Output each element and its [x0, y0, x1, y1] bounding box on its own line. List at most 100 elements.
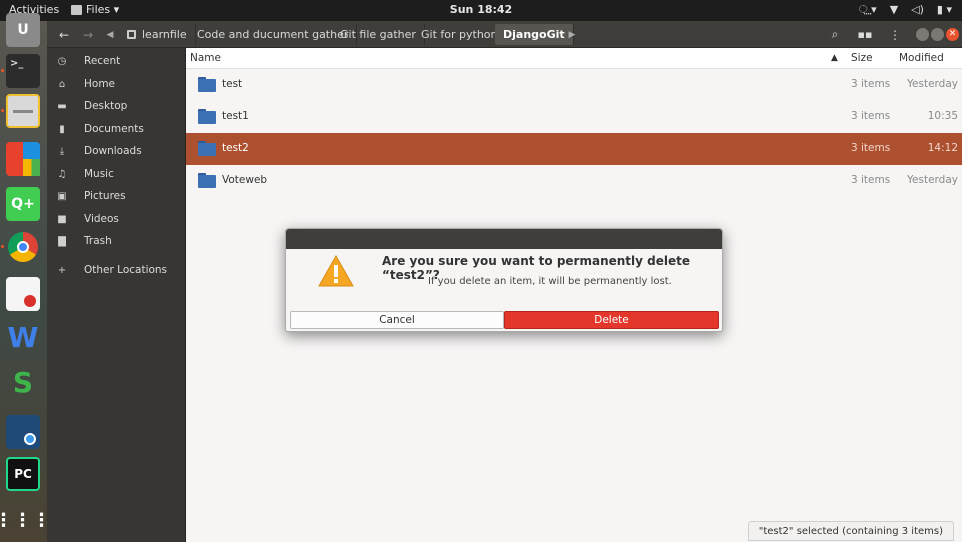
file-size: 3 items	[851, 142, 891, 154]
dialog-message: If you delete an item, it will be perman…	[428, 276, 672, 287]
clock[interactable]: Sun 18:42	[0, 3, 962, 16]
chrome-running-indicator	[1, 245, 4, 248]
documents-icon: ▮	[59, 123, 65, 135]
folder-body-icon	[198, 175, 216, 188]
file-name: test2	[222, 142, 249, 154]
download-icon: ⤓	[59, 145, 65, 157]
breadcrumb-scroll-right[interactable]: ▶	[565, 25, 579, 44]
battery-icon[interactable]: ▮ ▾	[937, 3, 952, 17]
app-menu[interactable]: Files ▾	[71, 3, 119, 16]
folder-body-icon	[198, 111, 216, 124]
sort-ascending-icon[interactable]: ▲	[831, 53, 838, 63]
qt-creator-icon[interactable]: Q+	[6, 187, 40, 221]
system-tray[interactable]: ⵿ ▾ ▼ ◁) ▮ ▾	[859, 3, 952, 17]
sidebar-item-other-locations[interactable]: + Other Locations	[47, 259, 186, 281]
wps-spreadsheet-icon[interactable]: S	[6, 365, 40, 399]
breadcrumb-djangogit[interactable]: DjangoGit	[495, 24, 574, 45]
file-row[interactable]: Voteweb 3 items Yesterday	[186, 165, 962, 197]
folder-icon	[198, 141, 216, 156]
clock-icon: ◷	[57, 55, 67, 67]
column-name[interactable]: Name	[190, 52, 221, 64]
sidebar-item-label: Music	[84, 168, 114, 180]
wifi-icon[interactable]: ▼	[890, 3, 898, 17]
file-modified: Yesterday	[907, 78, 958, 90]
sidebar-item-trash[interactable]: ▇ Trash	[47, 230, 186, 252]
sidebar-item-label: Other Locations	[84, 264, 168, 276]
sidebar-item-label: Desktop	[84, 100, 128, 112]
breadcrumb-learnfile[interactable]: learnfile	[119, 24, 196, 45]
file-size: 3 items	[851, 110, 891, 122]
sidebar-item-music[interactable]: ♫ Music	[47, 163, 186, 185]
home-icon: ⌂	[58, 78, 66, 90]
music-icon: ♫	[57, 168, 67, 180]
files-running-indicator	[1, 109, 4, 112]
dialog-titlebar[interactable]	[286, 229, 722, 249]
sidebar-item-label: Home	[84, 78, 116, 90]
sidebar-item-label: Pictures	[84, 190, 126, 202]
status-bar: "test2" selected (containing 3 items)	[747, 521, 954, 541]
folder-icon	[198, 77, 216, 92]
file-modified: Yesterday	[907, 174, 958, 186]
screenshot-icon[interactable]	[6, 415, 40, 449]
sidebar-item-videos[interactable]: ■ Videos	[47, 208, 186, 230]
sidebar-item-downloads[interactable]: ⤓ Downloads	[47, 140, 186, 162]
usb-drive-icon[interactable]: U	[6, 13, 40, 47]
folder-icon	[198, 109, 216, 124]
chrome-center-icon	[17, 241, 29, 253]
files-icon[interactable]	[6, 94, 40, 128]
sidebar-item-home[interactable]: ⌂ Home	[47, 73, 186, 95]
file-row[interactable]: test1 3 items 10:35	[186, 101, 962, 133]
sidebar-item-desktop[interactable]: ▬ Desktop	[47, 95, 186, 117]
delete-button[interactable]: Delete	[504, 311, 719, 329]
breadcrumb-git-for-python[interactable]: Git for python	[413, 24, 507, 45]
file-name: Voteweb	[222, 174, 268, 186]
desktop-icon: ▬	[57, 100, 67, 112]
sidebar-item-documents[interactable]: ▮ Documents	[47, 118, 186, 140]
plus-icon: +	[57, 264, 67, 276]
wps-writer-icon[interactable]: W	[6, 320, 40, 354]
file-modified: 14:12	[927, 142, 958, 154]
breadcrumb-scroll-left[interactable]: ◀	[103, 25, 117, 44]
column-header: Name ▲ Size Modified	[186, 48, 962, 69]
pictures-icon: ▣	[57, 190, 67, 202]
files-drawer-icon	[13, 109, 33, 113]
camera-badge-icon	[24, 433, 36, 445]
forward-button[interactable]: →	[77, 25, 99, 44]
software-center-icon[interactable]	[6, 142, 40, 176]
top-bar: Activities Files ▾ Sun 18:42 ⵿ ▾ ▼ ◁) ▮ …	[0, 0, 962, 21]
terminal-running-indicator	[1, 69, 4, 72]
minimize-button[interactable]	[916, 28, 929, 41]
breadcrumb-git-file-gather[interactable]: Git file gather	[332, 24, 425, 45]
file-row[interactable]: test 3 items Yesterday	[186, 69, 962, 101]
maximize-button[interactable]	[931, 28, 944, 41]
volume-icon[interactable]: ◁)	[911, 3, 924, 17]
sidebar-item-label: Recent	[84, 55, 121, 67]
show-applications-icon[interactable]: ⋮⋮⋮	[0, 503, 51, 537]
folder-body-icon	[198, 79, 216, 92]
breadcrumb-label: learnfile	[142, 28, 187, 41]
back-button[interactable]: ←	[53, 25, 75, 44]
pycharm-icon[interactable]: PC	[6, 457, 40, 491]
sidebar: ◷ Recent ⌂ Home ▬ Desktop ▮ Documents ⤓ …	[47, 48, 186, 542]
header-bar: ← → ◀ learnfile Code and ducument gather…	[47, 21, 962, 48]
menu-icon[interactable]: ⋮	[883, 25, 907, 44]
sidebar-item-recent[interactable]: ◷ Recent	[47, 50, 186, 72]
folder-body-icon	[198, 143, 216, 156]
view-toggle-icon[interactable]: ▪▪	[853, 25, 877, 44]
chrome-ring-icon	[8, 232, 38, 262]
column-modified[interactable]: Modified	[899, 52, 944, 64]
sidebar-item-label: Videos	[84, 213, 119, 225]
search-icon[interactable]: ⌕	[823, 25, 847, 44]
document-viewer-icon[interactable]	[6, 277, 40, 311]
column-size[interactable]: Size	[851, 52, 873, 64]
file-row-selected[interactable]: test2 3 items 14:12	[186, 133, 962, 165]
input-method-icon[interactable]: ⵿ ▾	[859, 3, 877, 17]
terminal-icon[interactable]: >_	[6, 54, 40, 88]
sidebar-item-pictures[interactable]: ▣ Pictures	[47, 185, 186, 207]
close-button[interactable]: ✕	[946, 28, 959, 41]
files-app-icon	[71, 4, 82, 15]
cancel-button[interactable]: Cancel	[290, 311, 504, 329]
chrome-icon[interactable]	[6, 230, 40, 264]
delete-confirmation-dialog: Are you sure you want to permanently del…	[285, 228, 723, 332]
drive-icon	[127, 30, 136, 39]
